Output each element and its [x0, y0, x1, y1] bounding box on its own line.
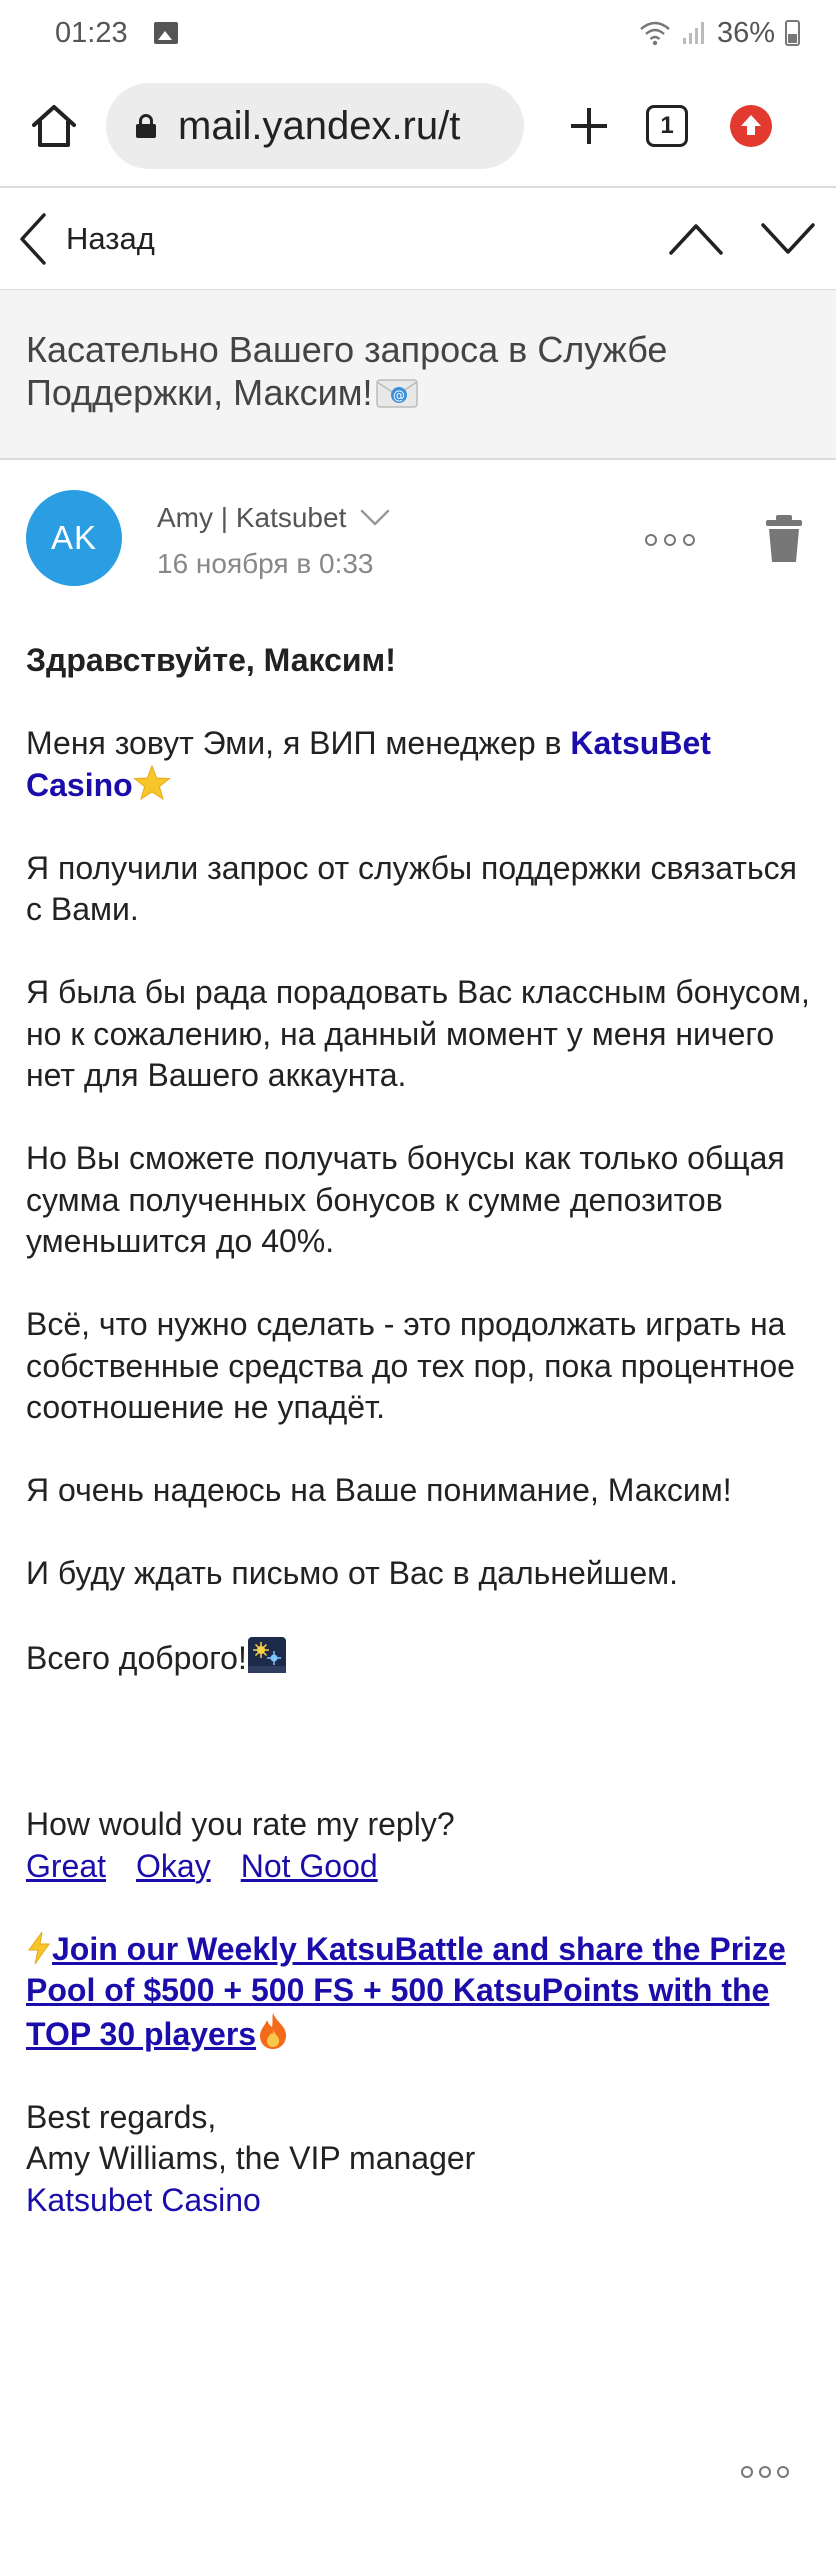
farewell-text: Всего доброго! — [26, 1640, 247, 1676]
envelope-emoji-icon: @ — [375, 379, 418, 408]
lightning-emoji-icon — [28, 1931, 50, 1964]
message-body: Здравствуйте, Максим! Меня зовут Эми, я … — [26, 640, 816, 2221]
promo-paragraph: Join our Weekly KatsuBattle and share th… — [26, 1929, 816, 2056]
message-nav-arrows — [668, 222, 836, 256]
previous-message-button[interactable] — [668, 222, 724, 256]
battery-icon — [785, 20, 800, 46]
new-tab-button[interactable] — [564, 96, 614, 156]
signal-icon — [682, 22, 704, 44]
trash-icon[interactable] — [762, 514, 806, 564]
signature-katsubet-link[interactable]: Katsubet Casino — [26, 2182, 261, 2218]
paragraph-bonus: Я была бы рада порадовать Вас классным б… — [26, 974, 810, 1093]
sender-name: Amy | Katsubet — [157, 502, 347, 533]
subject-text: Касательно Вашего запроса в Службе Подде… — [26, 329, 668, 413]
rate-not-good-link[interactable]: Not Good — [241, 1848, 378, 1884]
dot-icon — [664, 534, 676, 546]
dot-icon — [777, 2466, 789, 2478]
back-label: Назад — [66, 221, 155, 256]
paragraph-waiting: И буду ждать письмо от Вас в дальнейшем. — [26, 1555, 679, 1591]
star-emoji-icon — [132, 764, 171, 800]
greeting: Здравствуйте, Максим! — [26, 642, 396, 678]
message-date: 16 ноября в 0:33 — [157, 548, 374, 579]
sender-name-row[interactable]: Amy | Katsubet — [157, 502, 390, 534]
paragraph-understanding: Я очень надеюсь на Ваше понимание, Макси… — [26, 1472, 732, 1508]
browser-toolbar: mail.yandex.ru/t 1 — [0, 66, 836, 186]
status-time: 01:23 — [55, 16, 128, 49]
next-message-button[interactable] — [760, 222, 816, 256]
url-text: mail.yandex.ru/t — [178, 103, 461, 148]
subject-area: Касательно Вашего запроса в Службе Подде… — [0, 290, 836, 458]
bottom-more-button[interactable] — [741, 2462, 789, 2482]
url-bar[interactable]: mail.yandex.ru/t — [106, 83, 524, 169]
svg-text:@: @ — [393, 389, 405, 403]
fire-emoji-icon — [260, 2012, 287, 2049]
fireworks-emoji-icon — [247, 1637, 286, 1673]
rating-links: Great Okay Not Good — [26, 1846, 816, 1888]
signature-name: Amy Williams, the VIP manager — [26, 2140, 476, 2176]
gallery-notification-icon — [153, 22, 178, 44]
chevron-left-icon — [20, 213, 46, 265]
status-right: 36% — [639, 17, 800, 50]
intro-text: Меня зовут Эми, я ВИП менеджер в — [26, 725, 571, 761]
plus-icon — [571, 108, 607, 144]
message-subject: Касательно Вашего запроса в Службе Подде… — [26, 328, 810, 414]
intro-paragraph: Меня зовут Эми, я ВИП менеджер в KatsuBe… — [26, 723, 816, 806]
rate-great-link[interactable]: Great — [26, 1848, 106, 1884]
home-button[interactable] — [24, 96, 84, 156]
farewell: Всего доброго! — [26, 1636, 816, 1680]
status-bar: 01:23 36% — [0, 0, 836, 66]
wifi-icon — [640, 21, 670, 46]
arrow-up-icon — [741, 115, 761, 135]
battery-percent: 36% — [716, 16, 775, 49]
dot-icon — [759, 2466, 771, 2478]
tabs-button[interactable]: 1 — [646, 105, 688, 147]
rate-question: How would you rate my reply? — [26, 1806, 455, 1842]
dot-icon — [683, 534, 695, 546]
katsubattle-promo-link[interactable]: Join our Weekly KatsuBattle and share th… — [26, 1931, 786, 2052]
status-left: 01:23 — [55, 17, 178, 50]
sender-header: AK Amy | Katsubet 16 ноября в 0:33 — [0, 460, 836, 612]
mail-nav: Назад — [0, 188, 836, 290]
avatar[interactable]: AK — [26, 490, 122, 586]
lock-icon — [136, 114, 156, 138]
back-button[interactable]: Назад — [0, 199, 155, 279]
paragraph-request: Я получили запрос от службы поддержки св… — [26, 849, 797, 928]
update-button[interactable] — [730, 105, 772, 147]
rate-okay-link[interactable]: Okay — [136, 1848, 211, 1884]
home-icon — [32, 105, 76, 147]
chevron-down-icon — [361, 509, 390, 526]
more-options-button[interactable] — [645, 530, 695, 550]
signature-regards: Best regards, — [26, 2098, 217, 2135]
dot-icon — [741, 2466, 753, 2478]
dot-icon — [645, 534, 657, 546]
paragraph-condition: Но Вы сможете получать бонусы как только… — [26, 1140, 785, 1259]
paragraph-instruction: Всё, что нужно сделать - это продолжать … — [26, 1306, 795, 1425]
